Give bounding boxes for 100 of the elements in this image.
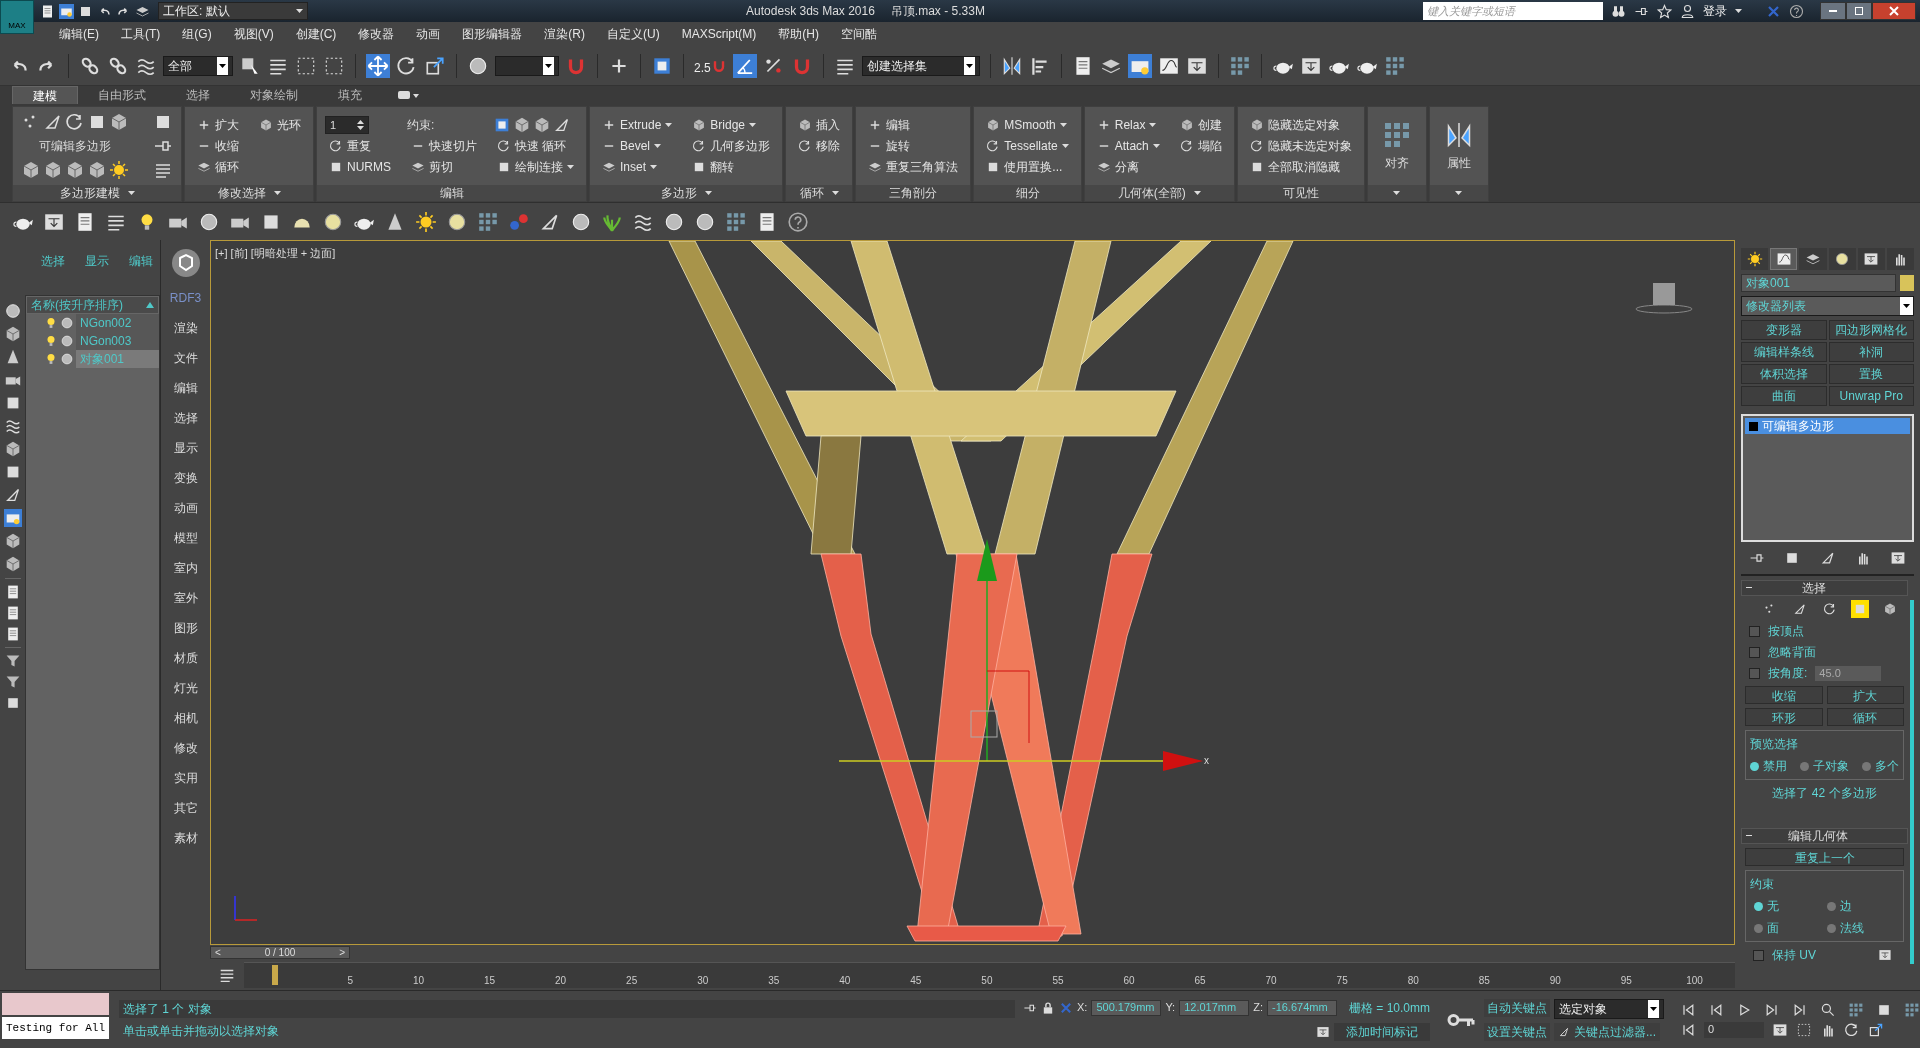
side-menu-item[interactable]: 显示 xyxy=(173,438,198,458)
panel-label[interactable]: 属性 xyxy=(1446,154,1471,172)
cube-icon[interactable] xyxy=(1249,118,1264,132)
wave-icon[interactable] xyxy=(3,417,22,435)
ribbon-button[interactable]: Relax xyxy=(1092,115,1164,135)
menu-item[interactable]: 空间酷 xyxy=(830,25,888,43)
help-icon[interactable] xyxy=(1789,3,1804,19)
checkbox[interactable] xyxy=(1753,949,1764,961)
scroll-bar[interactable] xyxy=(1910,600,1914,964)
grid-icon[interactable] xyxy=(477,210,499,233)
grid-icon[interactable] xyxy=(1848,1001,1864,1018)
window-icon[interactable] xyxy=(1890,550,1906,566)
workspace-dropdown[interactable]: 工作区: 默认 xyxy=(158,2,308,20)
star-icon[interactable] xyxy=(1657,3,1672,19)
help-icon[interactable] xyxy=(787,210,809,233)
panel-title[interactable]: 编辑 xyxy=(317,185,586,201)
object-row[interactable]: NGon003 xyxy=(76,332,159,350)
radio-button[interactable] xyxy=(1800,761,1809,771)
sphere-icon[interactable] xyxy=(60,334,74,348)
viewport-label[interactable]: [+] [前] [明暗处理 + 边面] xyxy=(215,245,336,262)
angle-icon[interactable] xyxy=(732,53,757,78)
square-icon[interactable] xyxy=(497,160,511,174)
key-mode-dropdown[interactable]: 选定对象 xyxy=(1554,998,1664,1019)
ribbon-tab[interactable]: 选择 xyxy=(166,86,230,104)
side-menu-item[interactable]: 图形 xyxy=(173,618,198,638)
object-row[interactable]: NGon002 xyxy=(76,314,159,332)
rotate-icon[interactable] xyxy=(65,112,85,132)
spinner-button[interactable]: 循环 xyxy=(1826,708,1904,726)
rotate-icon[interactable] xyxy=(497,139,511,153)
ribbon-button[interactable]: 重复三角算法 xyxy=(864,157,963,177)
ribbon-button[interactable]: 光环 xyxy=(255,115,305,135)
set-key-button[interactable]: 设置关键点 xyxy=(1484,1022,1550,1041)
checkbox[interactable] xyxy=(1749,646,1760,658)
rectangle-icon[interactable] xyxy=(1796,1021,1812,1038)
rollout-title[interactable]: 选择 xyxy=(1802,579,1826,597)
ribbon-button[interactable]: 创建 xyxy=(1175,115,1226,135)
modifier-button[interactable]: 补洞 xyxy=(1828,342,1914,362)
folder-icon[interactable] xyxy=(59,3,74,19)
listener-output[interactable]: Testing for All xyxy=(2,1017,110,1039)
doc-icon[interactable] xyxy=(40,3,55,19)
rotate-icon[interactable] xyxy=(329,139,343,153)
ribbon-button[interactable]: 使用置换... xyxy=(982,157,1073,177)
window-icon[interactable] xyxy=(1878,948,1892,962)
layers-icon[interactable] xyxy=(868,160,883,174)
track-bar[interactable]: 5 10 15 20 25 30 35 40 45 50 55 60 65 70 75 80 85 90 95 100 xyxy=(244,962,1735,988)
layers-icon[interactable] xyxy=(411,160,425,174)
side-menu-item[interactable]: 灯光 xyxy=(173,678,198,698)
funnel-icon[interactable] xyxy=(4,674,21,690)
side-menu-item[interactable]: 其它 xyxy=(173,798,198,818)
x-coordinate-field[interactable]: 500.179mm xyxy=(1091,999,1162,1016)
cube-icon[interactable] xyxy=(259,118,273,132)
modifier-button[interactable]: 体积选择 xyxy=(1741,364,1827,384)
ribbon-button[interactable]: 隐藏未选定对象 xyxy=(1245,136,1356,156)
panel-button[interactable]: 扩大 xyxy=(1826,686,1904,704)
radio-button[interactable] xyxy=(1754,923,1763,933)
sphere-icon[interactable] xyxy=(3,302,22,320)
y-coordinate-field[interactable]: 12.017mm xyxy=(1179,999,1250,1016)
ribbon-button[interactable]: 塌陷 xyxy=(1175,136,1226,156)
grid-icon[interactable] xyxy=(725,210,747,233)
panel-button[interactable]: 收缩 xyxy=(1745,686,1823,704)
user-icon[interactable] xyxy=(1680,3,1695,19)
command-tab[interactable] xyxy=(1770,248,1798,270)
panel-label[interactable]: 对齐 xyxy=(1384,154,1409,172)
object-name-field[interactable]: 对象001 xyxy=(1741,274,1896,292)
cube-icon[interactable] xyxy=(1883,602,1897,616)
side-menu-item[interactable]: 室外 xyxy=(173,588,198,608)
rotate-icon[interactable] xyxy=(986,139,1001,153)
display-options-icon[interactable] xyxy=(398,90,420,100)
side-menu-item[interactable]: 变换 xyxy=(173,468,198,488)
ribbon-button[interactable]: 全部取消隐藏 xyxy=(1245,157,1356,177)
ribbon-button[interactable]: 插入 xyxy=(794,115,845,135)
ribbon-button[interactable]: Extrude xyxy=(598,115,677,135)
modifier-button[interactable]: 曲面 xyxy=(1741,386,1827,406)
ribbon-button[interactable]: 几何多边形 xyxy=(688,136,775,156)
rotate-icon[interactable] xyxy=(1179,139,1194,153)
ribbon-button[interactable]: 分离 xyxy=(1092,157,1164,177)
sun-icon[interactable] xyxy=(109,160,129,180)
sun-icon[interactable] xyxy=(415,210,437,233)
modifier-button[interactable]: Unwrap Pro xyxy=(1828,386,1914,406)
ribbon-button[interactable]: 剪切 xyxy=(407,157,481,177)
command-tab[interactable] xyxy=(1828,248,1856,270)
menu-item[interactable]: 动画 xyxy=(405,25,452,43)
named-selection-dropdown[interactable]: 创建选择集 xyxy=(861,55,980,76)
binoculars-icon[interactable] xyxy=(1611,3,1626,19)
explorer-tab[interactable]: 编辑 xyxy=(129,252,153,270)
plus-icon[interactable] xyxy=(602,118,616,132)
cube-icon[interactable] xyxy=(513,116,531,134)
graph-icon[interactable] xyxy=(1775,251,1792,267)
ribbon-button[interactable]: 快速 循环 xyxy=(493,136,578,156)
square-icon[interactable] xyxy=(329,160,343,174)
ribbon-button[interactable]: 扩大 xyxy=(193,115,243,135)
radio-button[interactable] xyxy=(1862,761,1871,771)
ribbon-button[interactable]: 重复 xyxy=(325,136,395,156)
frame-field[interactable]: 0 xyxy=(1704,1021,1764,1038)
cube-icon[interactable] xyxy=(21,160,41,180)
ribbon-button[interactable]: Bevel xyxy=(598,136,677,156)
lock-icon[interactable] xyxy=(1041,1000,1055,1015)
grid-icon[interactable] xyxy=(1228,54,1251,77)
ribbon-tab[interactable]: 填充 xyxy=(318,86,382,104)
radio-button[interactable] xyxy=(1754,901,1763,911)
